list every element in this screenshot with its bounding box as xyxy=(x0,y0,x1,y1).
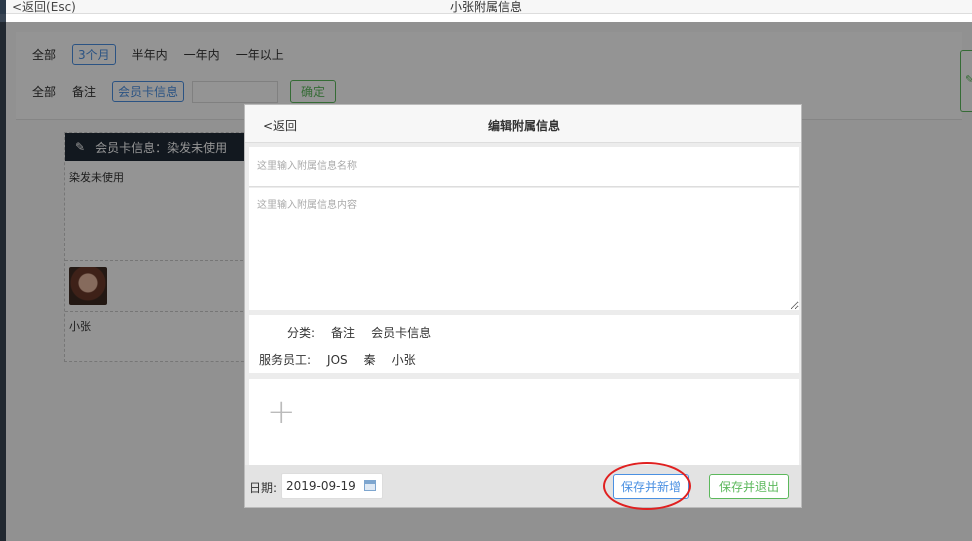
staff-row: 服务员工: JOS 秦 小张 xyxy=(259,351,416,368)
classification-box: 分类: 备注 会员卡信息 服务员工: JOS 秦 小张 xyxy=(249,315,799,373)
staff-option-xiaozhang[interactable]: 小张 xyxy=(392,351,416,368)
modal-title: 编辑附属信息 xyxy=(487,119,560,133)
staff-option-qin[interactable]: 秦 xyxy=(364,351,376,368)
save-and-new-button[interactable]: 保存并新增 xyxy=(613,474,689,499)
page-title: 小张附属信息 xyxy=(449,0,522,14)
staff-option-jos[interactable]: JOS xyxy=(327,353,348,367)
date-value: 2019-09-19 xyxy=(286,479,356,493)
edit-info-modal: <返回 编辑附属信息 分类: 备注 会员卡信息 服务员工: JOS 秦 小张 +… xyxy=(244,104,802,510)
calendar-icon[interactable] xyxy=(364,480,376,491)
category-label: 分类: xyxy=(287,326,316,340)
save-and-exit-button[interactable]: 保存并退出 xyxy=(709,474,789,499)
staff-label: 服务员工: xyxy=(259,353,312,367)
add-photo-icon[interactable]: + xyxy=(267,395,296,429)
info-content-textarea[interactable] xyxy=(249,188,799,310)
date-input[interactable]: 2019-09-19 xyxy=(281,473,383,499)
top-bar: <返回(Esc) 小张附属信息 xyxy=(0,0,972,14)
name-field-box xyxy=(249,147,799,187)
content-field-box xyxy=(249,188,799,310)
info-name-input[interactable] xyxy=(249,147,799,186)
category-option-note[interactable]: 备注 xyxy=(331,324,355,341)
modal-header: <返回 编辑附属信息 xyxy=(245,105,801,143)
date-label: 日期: xyxy=(249,481,278,495)
modal-footer: 日期: 2019-09-19 保存并新增 保存并退出 xyxy=(245,462,801,510)
photo-upload-box: + xyxy=(249,379,799,465)
category-option-card-info[interactable]: 会员卡信息 xyxy=(371,324,431,341)
category-row: 分类: 备注 会员卡信息 xyxy=(287,324,431,341)
